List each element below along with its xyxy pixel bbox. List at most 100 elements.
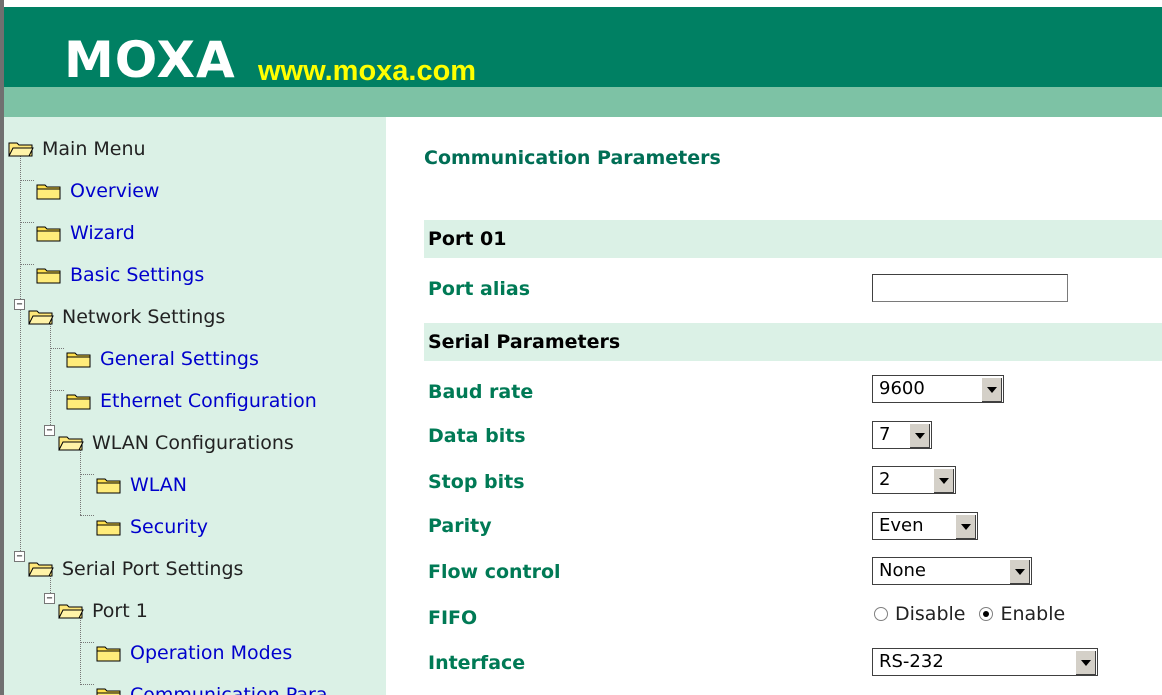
fifo-enable-radio[interactable]	[979, 607, 994, 621]
dropdown-arrow-icon[interactable]	[1075, 650, 1096, 675]
stop-bits-value: 2	[879, 469, 891, 490]
fifo-disable-radio[interactable]	[874, 607, 888, 621]
tree-item-label: Operation Modes	[130, 642, 293, 664]
parity-value: Even	[879, 515, 924, 536]
fifo-radio-group: Disable Enable	[874, 603, 1065, 625]
tree-item-label: WLAN	[130, 474, 188, 496]
tree-item-security[interactable]: Security	[96, 509, 208, 545]
fifo-enable-label[interactable]: Enable	[1000, 603, 1065, 625]
tree-item-ethernet-configuration[interactable]: Ethernet Configuration	[66, 383, 317, 419]
tree-item-serial-port-settings[interactable]: Serial Port Settings	[28, 551, 243, 587]
data-bits-value: 7	[879, 424, 891, 445]
tree-line	[20, 222, 34, 223]
tree-main-menu[interactable]: Main Menu	[8, 131, 146, 167]
sidebar-menu: − − − − Main Menu Overview Wizard Basic …	[4, 117, 386, 695]
tree-item-label: Main Menu	[42, 138, 146, 160]
tree-item-communication-parameters[interactable]: Communication Para	[96, 677, 328, 695]
tree-item-label: Wizard	[70, 222, 135, 244]
port-alias-label: Port alias	[428, 278, 531, 300]
tree-line	[20, 264, 34, 265]
collapse-toggle-icon[interactable]: −	[14, 551, 25, 562]
tree-item-port-1[interactable]: Port 1	[58, 593, 148, 629]
folder-icon	[36, 184, 61, 200]
data-bits-label: Data bits	[428, 425, 526, 447]
collapse-toggle-icon[interactable]: −	[44, 425, 55, 436]
parity-select[interactable]: Even	[872, 512, 978, 540]
tree-line	[80, 515, 94, 516]
tree-item-overview[interactable]: Overview	[36, 173, 159, 209]
tree-item-wizard[interactable]: Wizard	[36, 215, 135, 251]
tree-item-basic-settings[interactable]: Basic Settings	[36, 257, 204, 293]
header-bottom-band	[4, 87, 1162, 117]
tree-line	[80, 474, 94, 475]
tree-item-label: Communication Para	[130, 684, 328, 695]
tree-line	[20, 180, 34, 181]
tree-line	[50, 390, 64, 391]
port-section-label: Port 01	[428, 228, 507, 250]
dropdown-arrow-icon[interactable]	[933, 468, 954, 493]
tree-line	[50, 319, 51, 427]
collapse-toggle-icon[interactable]: −	[44, 593, 55, 604]
window-top-edge	[0, 0, 1162, 7]
folder-icon	[96, 520, 121, 536]
baud-rate-value: 9600	[879, 378, 925, 399]
stop-bits-select[interactable]: 2	[872, 466, 956, 494]
dropdown-arrow-icon[interactable]	[909, 423, 930, 448]
tree-item-general-settings[interactable]: General Settings	[66, 341, 259, 377]
baud-rate-select[interactable]: 9600	[872, 375, 1004, 403]
tree-item-label: WLAN Configurations	[92, 432, 294, 454]
interface-label: Interface	[428, 652, 526, 674]
tree-item-label: Overview	[70, 180, 160, 202]
stop-bits-label: Stop bits	[428, 471, 525, 493]
dropdown-arrow-icon[interactable]	[981, 377, 1002, 402]
folder-icon	[96, 646, 121, 662]
open-folder-icon	[28, 562, 54, 577]
open-folder-icon	[58, 604, 84, 619]
folder-icon	[96, 478, 121, 494]
tree-item-label: General Settings	[100, 348, 259, 370]
baud-rate-label: Baud rate	[428, 381, 534, 403]
folder-icon	[66, 352, 91, 368]
moxa-logo: MOXA	[64, 31, 236, 89]
tree-item-wlan[interactable]: WLAN	[96, 467, 187, 503]
header-banner: MOXA www.moxa.com	[4, 7, 1162, 117]
page-title: Communication Parameters	[424, 147, 721, 169]
folder-icon	[96, 688, 121, 695]
port-alias-input[interactable]	[872, 274, 1068, 302]
open-folder-icon	[28, 310, 54, 325]
data-bits-select[interactable]: 7	[872, 421, 932, 449]
tree-line	[50, 348, 64, 349]
main-content: Communication Parameters Port 01 Port al…	[386, 117, 1162, 695]
tree-item-label: Ethernet Configuration	[100, 390, 317, 412]
tree-item-network-settings[interactable]: Network Settings	[28, 299, 225, 335]
tree-line	[80, 684, 94, 685]
folder-icon	[36, 226, 61, 242]
tree-item-label: Basic Settings	[70, 264, 205, 286]
fifo-label: FIFO	[428, 607, 478, 629]
serial-section-header: Serial Parameters	[424, 323, 1162, 361]
flow-control-value: None	[879, 560, 926, 581]
tree-line	[20, 155, 21, 555]
collapse-toggle-icon[interactable]: −	[14, 299, 25, 310]
interface-select[interactable]: RS-232	[872, 648, 1098, 676]
fifo-disable-label[interactable]: Disable	[895, 603, 965, 625]
tree-item-label: Network Settings	[62, 306, 226, 328]
flow-control-label: Flow control	[428, 561, 561, 583]
site-url[interactable]: www.moxa.com	[258, 55, 476, 87]
open-folder-icon	[58, 436, 84, 451]
tree-item-label: Security	[130, 516, 209, 538]
tree-item-operation-modes[interactable]: Operation Modes	[96, 635, 292, 671]
dropdown-arrow-icon[interactable]	[955, 514, 976, 539]
interface-value: RS-232	[879, 651, 944, 672]
folder-icon	[66, 394, 91, 410]
tree-item-label: Serial Port Settings	[62, 558, 244, 580]
tree-item-wlan-configurations[interactable]: WLAN Configurations	[58, 425, 294, 461]
folder-icon	[36, 268, 61, 284]
serial-section-label: Serial Parameters	[428, 331, 621, 353]
tree-item-label: Port 1	[92, 600, 148, 622]
tree-line	[80, 642, 94, 643]
flow-control-select[interactable]: None	[872, 557, 1032, 585]
port-section-header: Port 01	[424, 220, 1162, 258]
dropdown-arrow-icon[interactable]	[1009, 559, 1030, 584]
open-folder-icon	[8, 142, 34, 157]
